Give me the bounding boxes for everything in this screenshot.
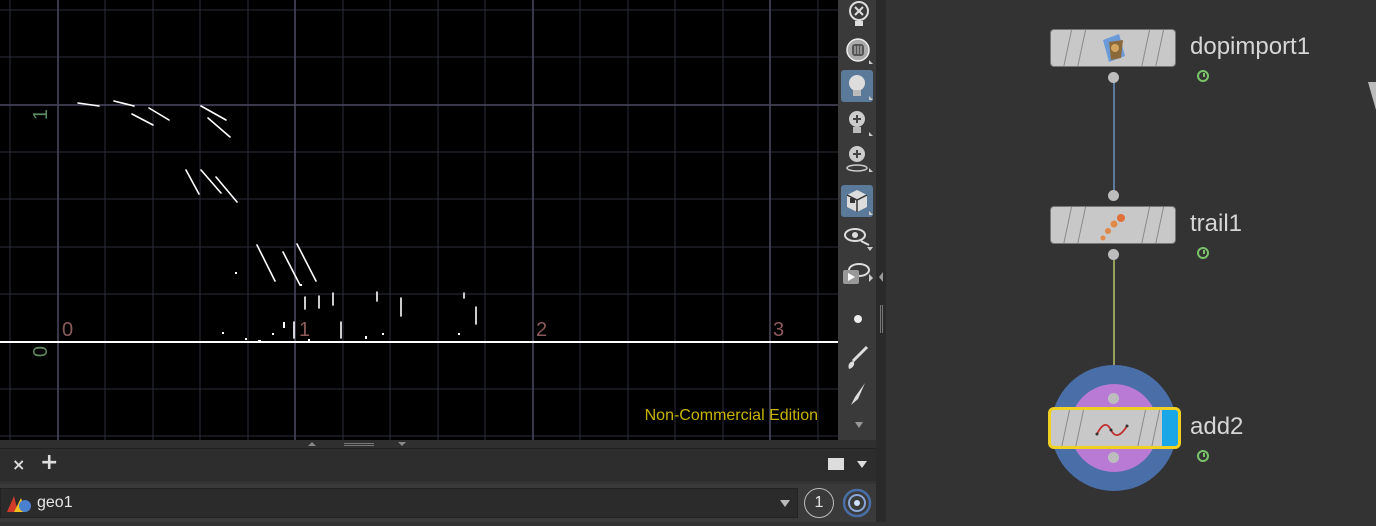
selected-node-outline [1048,407,1181,449]
x-tick-2: 2 [536,319,548,341]
time-dependent-icon [1197,247,1209,259]
time-dependent-icon [1197,70,1209,82]
brush-icon[interactable] [841,341,873,373]
add-light-icon[interactable] [841,106,873,138]
input-port[interactable] [1108,393,1119,404]
scene-viewport[interactable]: 0 1 2 3 1 0 Non-Commercial Edition [0,0,838,440]
dopimport-icon [1103,34,1125,62]
node-label-trail1: trail1 [1190,210,1243,237]
node-label-dopimport1: dopimport1 [1190,33,1311,60]
pane-menu-icon[interactable] [857,461,867,468]
x-tick-1: 1 [299,319,311,341]
pane-layout-icon[interactable] [828,458,844,470]
viewport-display-toolbar [838,0,876,440]
display-options-icon[interactable] [841,185,873,217]
output-port[interactable] [1108,249,1119,260]
network-editor[interactable]: dopimport1 trail1 add2 [886,0,1376,522]
view-render-icon[interactable] [841,258,873,290]
display-flag[interactable] [1162,410,1178,446]
visibility-icon[interactable] [841,221,873,253]
pane-tab-bar: × + [0,448,876,481]
pane-splitter[interactable] [876,0,886,522]
viewport-grid [0,0,838,440]
pin-target-icon[interactable] [842,488,872,518]
path-bar: geo1 1 [0,484,876,522]
add-tab-button[interactable]: + [40,450,58,475]
y-tick-0: 0 [30,345,53,358]
watermark: Non-Commercial Edition [644,407,818,424]
light-bulb-icon[interactable] [841,70,873,102]
geometry-context-icon [7,496,31,512]
pen-icon[interactable] [841,377,873,409]
context-dropdown-icon[interactable] [780,500,790,507]
y-tick-1: 1 [30,108,53,121]
headlight-icon[interactable] [841,34,873,66]
viewport-scroll-bar[interactable] [0,440,876,448]
point-icon[interactable] [841,303,873,335]
counter-badge[interactable]: 1 [804,488,834,518]
node-label-add2: add2 [1190,413,1244,440]
add-light-pin-icon[interactable] [841,142,873,174]
x-tick-0: 0 [62,319,74,341]
context-selector[interactable]: geo1 [0,488,798,518]
time-dependent-icon [1197,450,1209,462]
add-curve-icon [1095,424,1129,436]
output-port[interactable] [1108,452,1119,463]
x-tick-3: 3 [773,319,785,341]
more-icon[interactable] [841,410,873,442]
input-port[interactable] [1108,190,1119,201]
output-port[interactable] [1108,72,1119,83]
close-light-icon[interactable] [841,0,873,32]
trail-icon [1100,214,1125,241]
context-path-label: geo1 [37,494,73,511]
close-tab-button[interactable]: × [12,455,25,474]
counter-value: 1 [814,494,824,511]
